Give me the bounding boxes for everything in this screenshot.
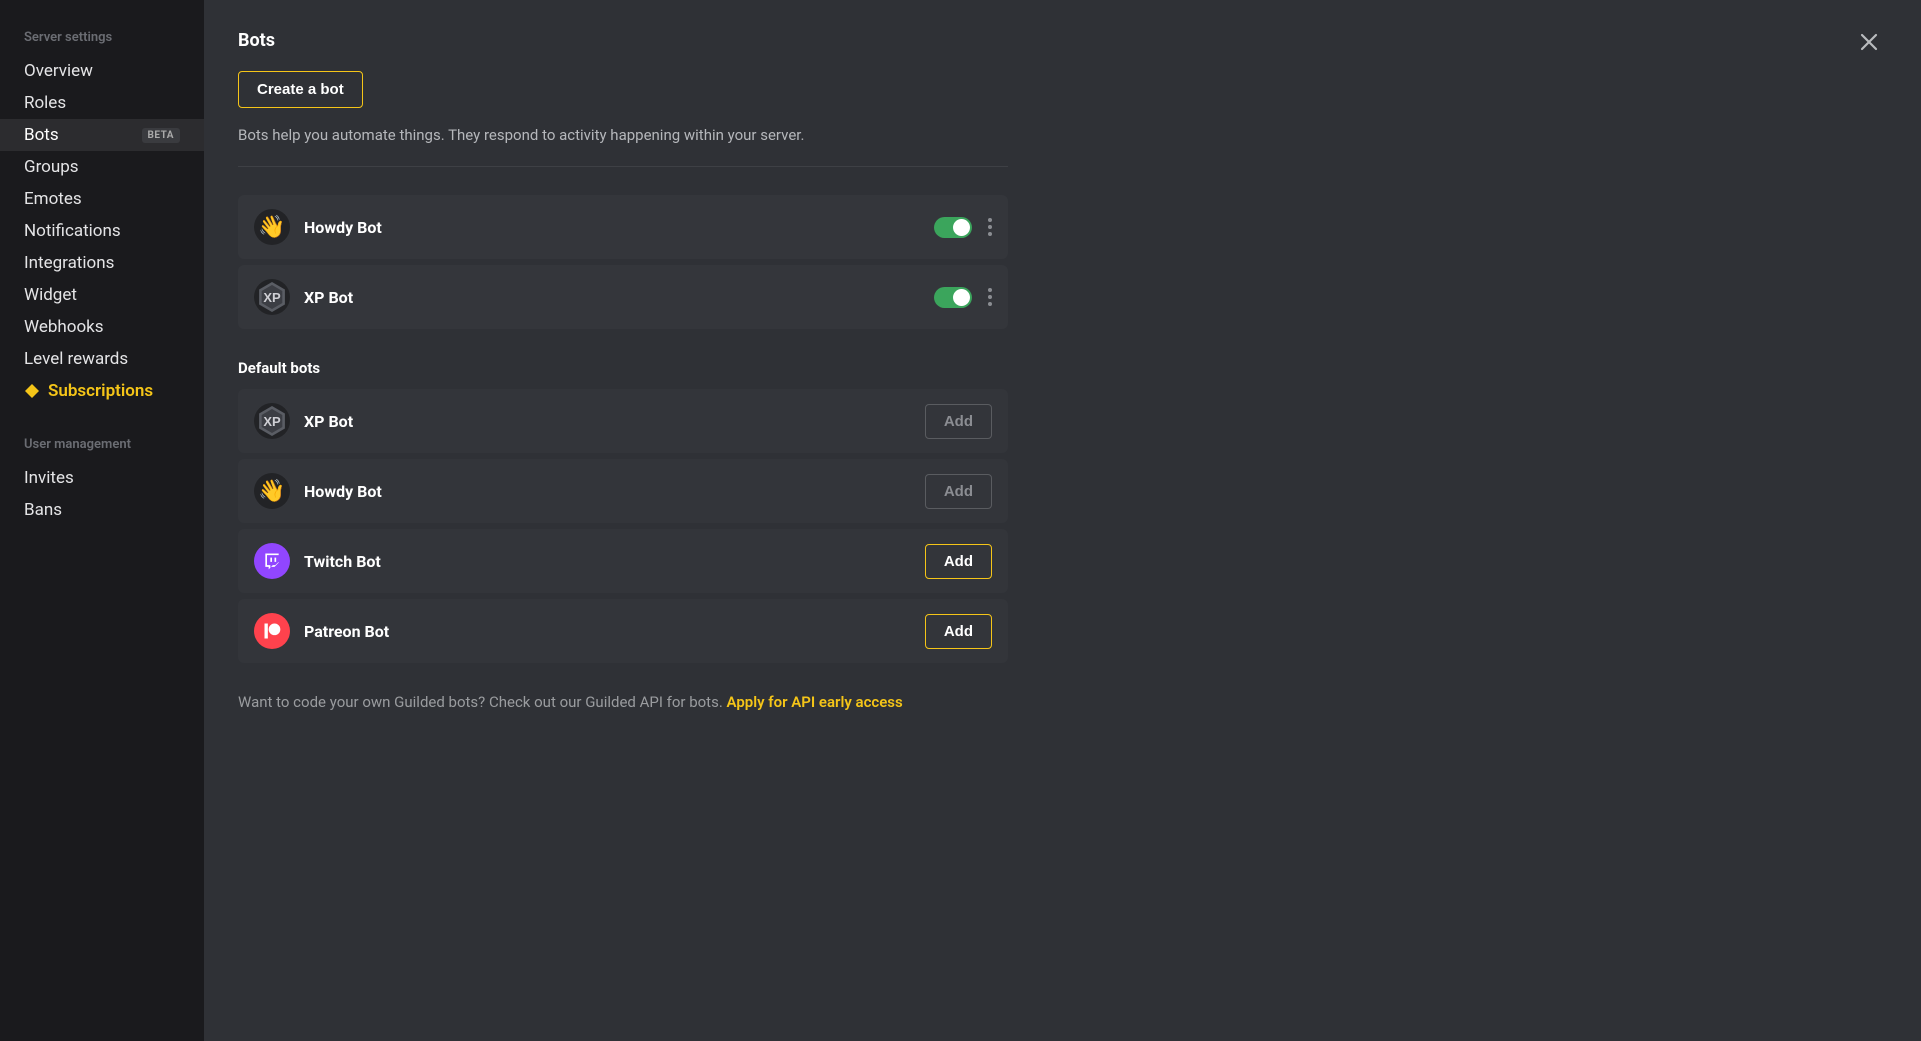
bot-menu-button[interactable]	[988, 215, 992, 239]
sidebar-item-invites[interactable]: Invites	[0, 462, 204, 494]
sidebar-item-label: Subscriptions	[48, 381, 153, 401]
sidebar-item-label: Bots	[24, 125, 59, 145]
default-bot-row: 👋 Howdy Bot Add	[238, 459, 1008, 523]
bot-avatar: XP	[254, 279, 290, 315]
sidebar-item-bots[interactable]: Bots BETA	[0, 119, 204, 151]
sidebar-item-overview[interactable]: Overview	[0, 55, 204, 87]
sidebar: Server settings Overview Roles Bots BETA…	[0, 0, 204, 1041]
bot-avatar	[254, 613, 290, 649]
bot-name: Howdy Bot	[304, 218, 934, 237]
default-bots-title: Default bots	[238, 359, 1008, 377]
sidebar-item-label: Roles	[24, 93, 66, 113]
wave-icon: 👋	[258, 215, 285, 240]
sidebar-item-widget[interactable]: Widget	[0, 279, 204, 311]
sidebar-item-emotes[interactable]: Emotes	[0, 183, 204, 215]
bot-avatar	[254, 543, 290, 579]
sidebar-item-level-rewards[interactable]: Level rewards	[0, 343, 204, 375]
bot-avatar: XP	[254, 403, 290, 439]
close-button[interactable]	[1857, 30, 1881, 54]
sidebar-item-label: Bans	[24, 500, 62, 520]
sidebar-item-label: Level rewards	[24, 349, 128, 369]
section-header-server: Server settings	[0, 24, 204, 51]
bot-name: Patreon Bot	[304, 622, 925, 641]
add-bot-button[interactable]: Add	[925, 614, 992, 649]
bot-name: Howdy Bot	[304, 482, 925, 501]
bot-name: Twitch Bot	[304, 552, 925, 571]
footer-text: Want to code your own Guilded bots? Chec…	[238, 693, 1008, 711]
xp-icon: XP	[257, 282, 287, 312]
sidebar-item-label: Groups	[24, 157, 79, 177]
beta-badge: BETA	[142, 128, 181, 143]
sidebar-item-label: Webhooks	[24, 317, 104, 337]
section-header-user: User management	[0, 431, 204, 458]
sidebar-item-label: Notifications	[24, 221, 121, 241]
sidebar-item-subscriptions[interactable]: Subscriptions	[0, 375, 204, 407]
bot-toggle[interactable]	[934, 287, 972, 308]
patreon-icon	[262, 621, 282, 641]
sidebar-item-label: Integrations	[24, 253, 114, 273]
page-description: Bots help you automate things. They resp…	[238, 126, 1008, 144]
page-title: Bots	[238, 30, 1008, 51]
bot-menu-button[interactable]	[988, 285, 992, 309]
sidebar-item-notifications[interactable]: Notifications	[0, 215, 204, 247]
sidebar-item-label: Overview	[24, 61, 93, 81]
bot-row: 👋 Howdy Bot	[238, 195, 1008, 259]
default-bot-row: Patreon Bot Add	[238, 599, 1008, 663]
add-bot-button[interactable]: Add	[925, 474, 992, 509]
bot-toggle[interactable]	[934, 217, 972, 238]
default-bot-row: Twitch Bot Add	[238, 529, 1008, 593]
bot-name: XP Bot	[304, 288, 934, 307]
bot-name: XP Bot	[304, 412, 925, 431]
add-bot-button[interactable]: Add	[925, 404, 992, 439]
sidebar-item-bans[interactable]: Bans	[0, 494, 204, 526]
bot-row: XP XP Bot	[238, 265, 1008, 329]
create-bot-button[interactable]: Create a bot	[238, 71, 363, 108]
sidebar-item-label: Emotes	[24, 189, 82, 209]
bot-avatar: 👋	[254, 473, 290, 509]
default-bot-row: XP XP Bot Add	[238, 389, 1008, 453]
api-access-link[interactable]: Apply for API early access	[727, 693, 903, 711]
close-icon	[1857, 30, 1881, 54]
xp-icon: XP	[257, 406, 287, 436]
sidebar-item-webhooks[interactable]: Webhooks	[0, 311, 204, 343]
sidebar-item-groups[interactable]: Groups	[0, 151, 204, 183]
sidebar-item-roles[interactable]: Roles	[0, 87, 204, 119]
add-bot-button[interactable]: Add	[925, 544, 992, 579]
diamond-icon	[24, 383, 40, 399]
sidebar-item-label: Widget	[24, 285, 77, 305]
divider	[238, 166, 1008, 167]
sidebar-item-label: Invites	[24, 468, 74, 488]
sidebar-item-integrations[interactable]: Integrations	[0, 247, 204, 279]
twitch-icon	[262, 551, 282, 571]
bot-avatar: 👋	[254, 209, 290, 245]
main-content: Bots Create a bot Bots help you automate…	[204, 0, 1921, 1041]
wave-icon: 👋	[258, 479, 285, 504]
